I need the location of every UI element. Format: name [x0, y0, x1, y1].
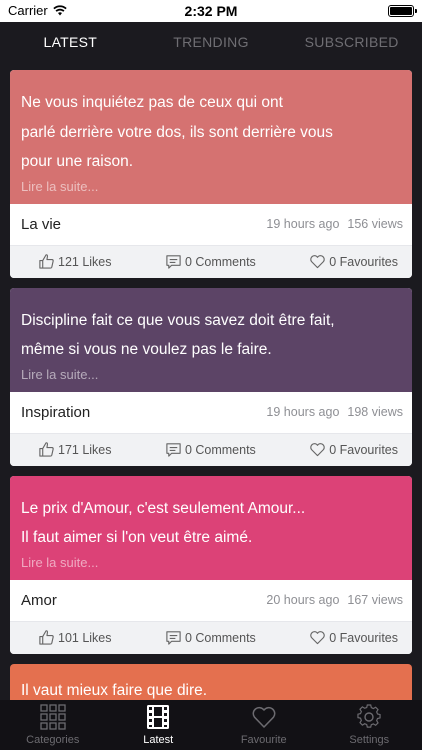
- top-tab-bar: LATEST TRENDING SUBSCRIBED: [0, 22, 422, 62]
- favourite-count: 0 Favourites: [329, 630, 398, 645]
- quote-text: Le prix d'Amour, c'est seulement Amour..…: [21, 494, 401, 553]
- tab-label: Categories: [26, 734, 80, 746]
- like-button[interactable]: 121 Likes: [38, 253, 112, 270]
- tab-categories[interactable]: Categories: [0, 700, 106, 750]
- read-more-link[interactable]: Lire la suite...: [21, 179, 401, 194]
- favourite-count: 0 Favourites: [329, 254, 398, 269]
- favourite-count: 0 Favourites: [329, 442, 398, 457]
- tab-subscribed[interactable]: SUBSCRIBED: [281, 34, 422, 50]
- quote-line: Il vaut mieux faire que dire.: [21, 681, 208, 699]
- comment-button[interactable]: 0 Comments: [165, 253, 256, 270]
- clock: 2:32 PM: [184, 3, 238, 19]
- like-button[interactable]: 171 Likes: [38, 441, 112, 458]
- quote-line: même si vous ne voulez pas le faire.: [21, 341, 272, 358]
- favourite-button[interactable]: 0 Favourites: [309, 441, 398, 458]
- tab-latest-bottom[interactable]: Latest: [106, 700, 212, 750]
- category-label[interactable]: La vie: [21, 216, 266, 233]
- card-actions: 101 Likes 0 Comments 0 Favourites: [10, 621, 412, 654]
- tab-settings[interactable]: Settings: [317, 700, 422, 750]
- favourite-button[interactable]: 0 Favourites: [309, 253, 398, 270]
- tab-trending[interactable]: TRENDING: [141, 34, 282, 50]
- category-label[interactable]: Inspiration: [21, 404, 266, 421]
- quote-card-partial[interactable]: Il vaut mieux faire que dire.: [10, 663, 412, 700]
- read-more-link[interactable]: Lire la suite...: [21, 367, 401, 382]
- timestamp: 20 hours ago: [266, 593, 340, 607]
- card-meta: Inspiration 19 hours ago 198 views: [10, 391, 412, 434]
- tab-label: Latest: [143, 734, 174, 746]
- status-bar: Carrier 2:32 PM: [0, 0, 422, 22]
- battery-icon: [388, 5, 417, 17]
- comment-button[interactable]: 0 Comments: [165, 629, 256, 646]
- thumbs-up-icon: [39, 630, 54, 645]
- like-button[interactable]: 101 Likes: [38, 629, 112, 646]
- bottom-tab-bar: Categories Latest Favourite Settings: [0, 700, 422, 750]
- like-count: 101 Likes: [58, 630, 112, 645]
- heart-icon: [310, 631, 325, 645]
- quote-text: Ne vous inquiétez pas de ceux qui ont pa…: [21, 88, 401, 177]
- tab-favourite[interactable]: Favourite: [211, 700, 317, 750]
- tab-latest[interactable]: LATEST: [0, 34, 141, 50]
- film-icon: [147, 705, 170, 729]
- quote-line: Le prix d'Amour, c'est seulement Amour..…: [21, 499, 306, 517]
- comment-count: 0 Comments: [184, 442, 256, 457]
- heart-icon: [252, 706, 276, 728]
- quote-card[interactable]: Ne vous inquiétez pas de ceux qui ont pa…: [10, 70, 412, 278]
- quote-card[interactable]: Discipline fait ce que vous savez doit ê…: [10, 287, 412, 466]
- comment-icon: [166, 443, 181, 457]
- heart-icon: [310, 255, 325, 269]
- card-actions: 171 Likes 0 Comments 0 Favourites: [10, 433, 412, 466]
- comment-count: 0 Comments: [184, 254, 256, 269]
- quote-body[interactable]: Le prix d'Amour, c'est seulement Amour..…: [10, 475, 412, 580]
- read-more-link[interactable]: Lire la suite...: [21, 555, 401, 570]
- favourite-button[interactable]: 0 Favourites: [309, 629, 398, 646]
- gear-icon: [357, 704, 381, 728]
- heart-icon: [310, 443, 325, 457]
- comment-button[interactable]: 0 Comments: [165, 441, 256, 458]
- card-meta: Amor 20 hours ago 167 views: [10, 579, 412, 622]
- quote-text: Discipline fait ce que vous savez doit ê…: [21, 306, 401, 365]
- view-count: 198 views: [347, 405, 403, 419]
- timestamp: 19 hours ago: [266, 405, 340, 419]
- tab-label: Favourite: [240, 734, 287, 746]
- like-count: 121 Likes: [58, 254, 112, 269]
- view-count: 156 views: [347, 217, 403, 231]
- card-meta: La vie 19 hours ago 156 views: [10, 203, 412, 246]
- comment-count: 0 Comments: [184, 630, 256, 645]
- quote-line: Ne vous inquiétez pas de ceux qui ont: [21, 94, 283, 111]
- quote-line: Il faut aimer si l'on veut être aimé.: [21, 529, 253, 546]
- quote-line: pour une raison.: [21, 153, 134, 170]
- view-count: 167 views: [347, 593, 403, 607]
- quote-feed[interactable]: Ne vous inquiétez pas de ceux qui ont pa…: [10, 70, 412, 700]
- thumbs-up-icon: [39, 254, 54, 269]
- quote-body[interactable]: Discipline fait ce que vous savez doit ê…: [10, 287, 412, 392]
- card-actions: 121 Likes 0 Comments 0 Favourites: [10, 245, 412, 278]
- like-count: 171 Likes: [58, 442, 112, 457]
- thumbs-up-icon: [39, 442, 54, 457]
- tab-label: Settings: [349, 734, 390, 746]
- quote-body[interactable]: Ne vous inquiétez pas de ceux qui ont pa…: [10, 70, 412, 204]
- grid-icon: [40, 704, 66, 730]
- quote-line: Discipline fait ce que vous savez doit ê…: [21, 311, 335, 329]
- comment-icon: [166, 631, 181, 645]
- comment-icon: [166, 255, 181, 269]
- timestamp: 19 hours ago: [266, 217, 340, 231]
- category-label[interactable]: Amor: [21, 592, 266, 609]
- quote-line: parlé derrière votre dos, ils sont derri…: [21, 123, 333, 141]
- quote-card[interactable]: Le prix d'Amour, c'est seulement Amour..…: [10, 475, 412, 654]
